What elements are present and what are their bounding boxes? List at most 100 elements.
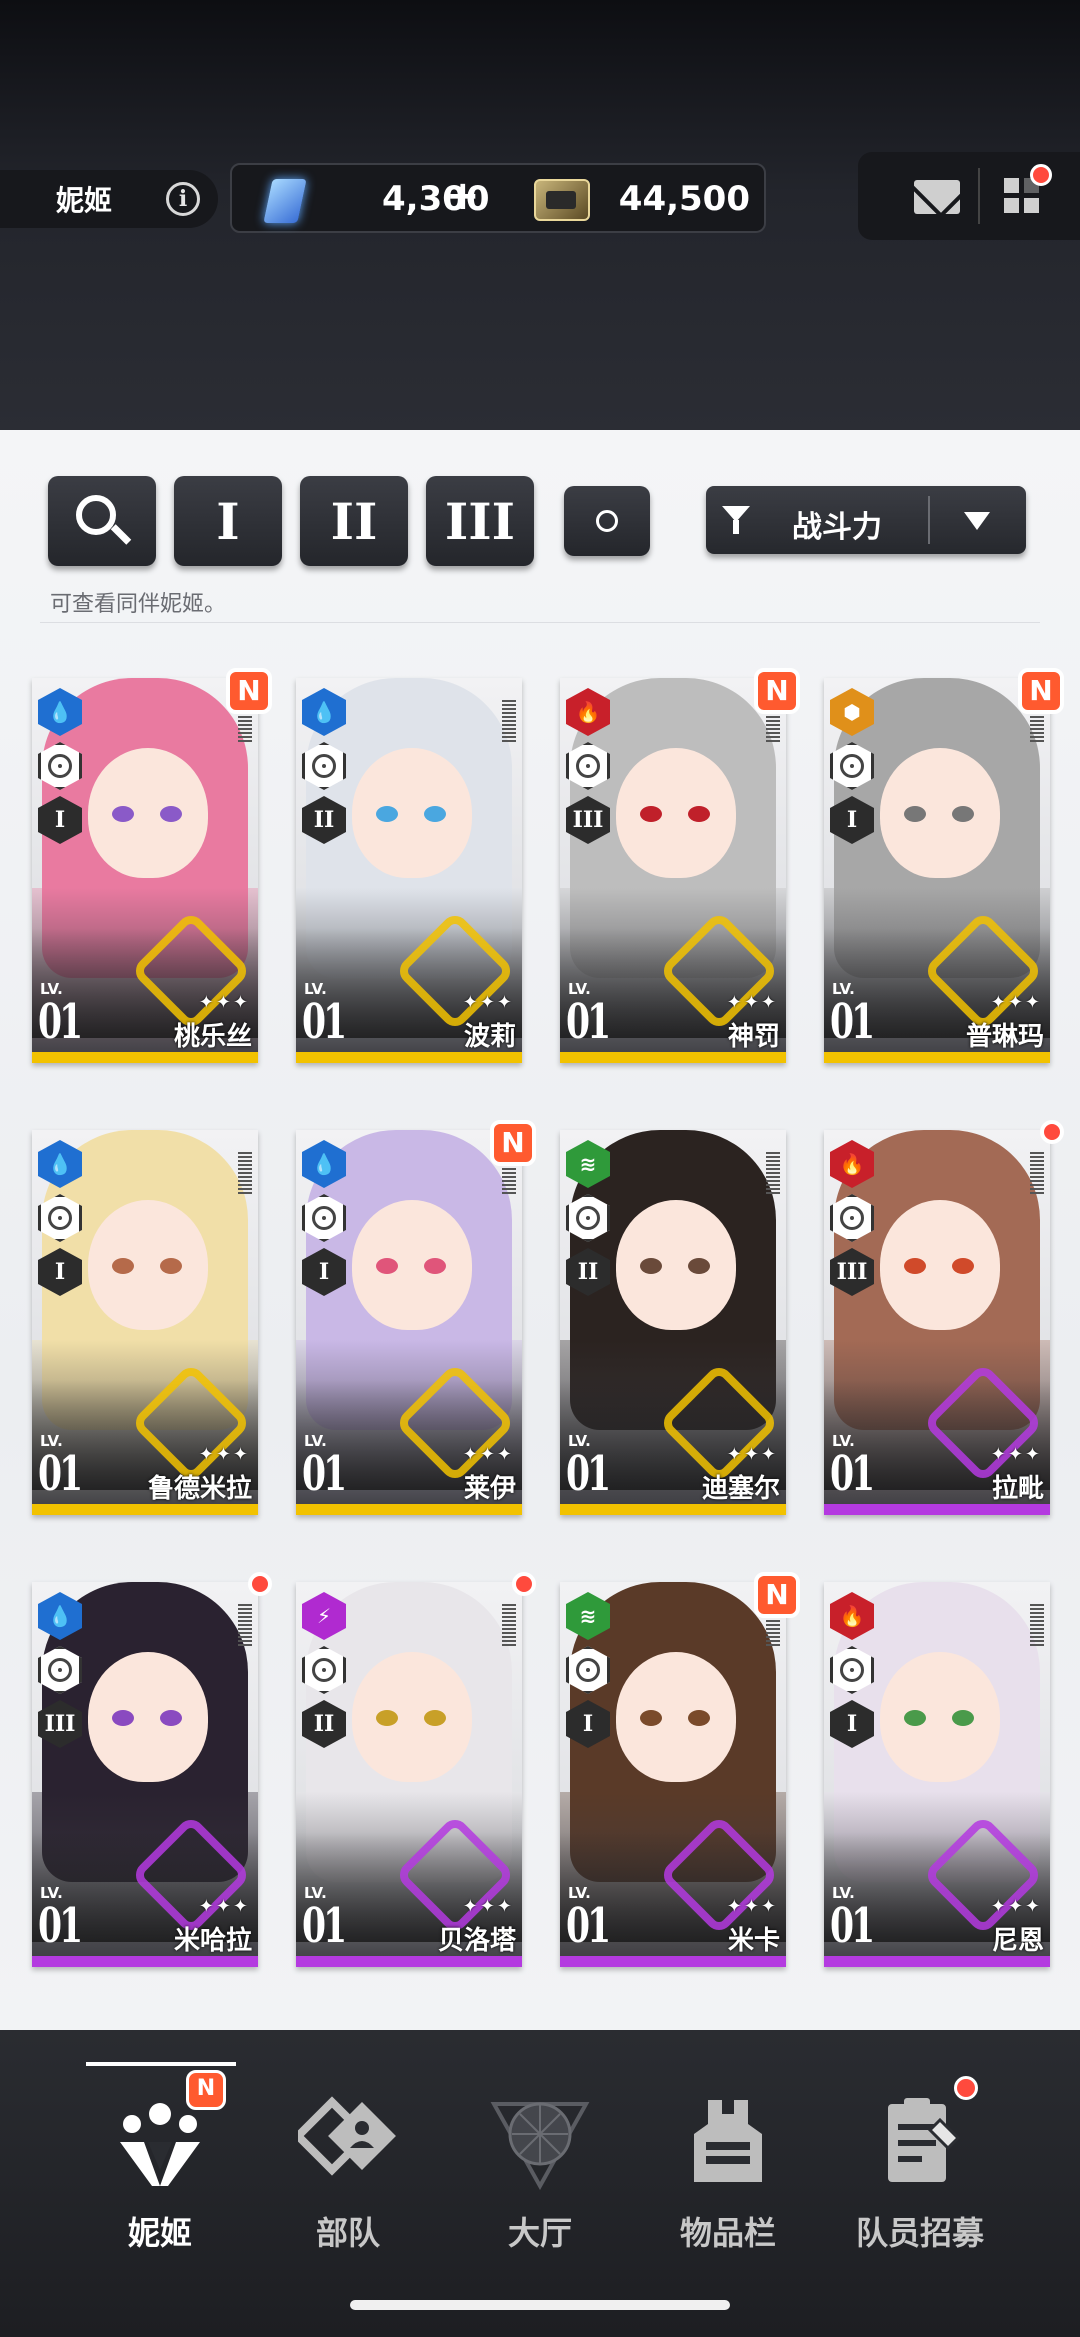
character-portrait: LV. 01 ✦✦✦ 迪塞尔 [560, 1130, 786, 1515]
portrait-eye [376, 1710, 398, 1726]
mail-icon[interactable] [914, 180, 960, 214]
portrait-eye [376, 806, 398, 822]
star-rating-icon: ✦✦✦ [462, 1896, 514, 1917]
portrait-eye [424, 806, 446, 822]
nikke-card[interactable]: LV. 01 ✦✦✦ 波莉 💧 II [296, 668, 522, 1063]
star-rating-icon: ✦✦✦ [462, 1444, 514, 1465]
rarity-strip [32, 1504, 258, 1515]
nikke-card[interactable]: LV. 01 ✦✦✦ 贝洛塔 ⚡ II [296, 1572, 536, 1967]
portrait-eye [640, 1258, 662, 1274]
active-tab-indicator [86, 2062, 236, 2066]
new-badge: N [226, 668, 272, 714]
character-name: 米卡 [727, 1926, 780, 1956]
filter-burst-2-button[interactable]: II [300, 476, 408, 566]
portrait-face [616, 748, 736, 878]
portrait-eye [112, 806, 134, 822]
sort-dropdown[interactable]: 战斗力 [706, 486, 1026, 554]
chevron-down-icon [964, 512, 990, 530]
portrait-eye [688, 1710, 710, 1726]
new-badge: N [754, 668, 800, 714]
level-value: 01 [38, 1898, 83, 1954]
character-portrait: LV. 01 ✦✦✦ 莱伊 [296, 1130, 522, 1515]
circle-icon [596, 510, 618, 532]
nav-item-nikke[interactable]: N 妮姬 [70, 2070, 250, 2270]
nav-item-lobby[interactable]: 大厅 [450, 2070, 630, 2270]
nikke-card[interactable]: LV. 01 ✦✦✦ 米哈拉 💧 III [32, 1572, 272, 1967]
level-value: 01 [302, 1446, 347, 1502]
character-name: 神罚 [727, 1022, 780, 1052]
character-portrait: LV. 01 ✦✦✦ 拉毗 [824, 1130, 1050, 1515]
nav-item-inventory[interactable]: 物品栏 [638, 2070, 818, 2270]
nikke-card[interactable]: LV. 01 ✦✦✦ 普琳玛 ⬢ I N [824, 668, 1064, 1063]
character-portrait: LV. 01 ✦✦✦ 米卡 [560, 1582, 786, 1967]
nikke-card[interactable]: LV. 01 ✦✦✦ 莱伊 💧 I N [296, 1120, 536, 1515]
nav-item-squad[interactable]: 部队 [258, 2070, 438, 2270]
character-portrait: LV. 01 ✦✦✦ 米哈拉 [32, 1582, 258, 1967]
notification-dot [954, 2076, 978, 2100]
rarity-strip [824, 1956, 1050, 1967]
level-value: 01 [830, 994, 875, 1050]
nav-label: 大厅 [507, 2214, 572, 2252]
credit-count: 44,500 [618, 179, 750, 219]
nikke-card[interactable]: LV. 01 ✦✦✦ 迪塞尔 ≋ II [560, 1120, 786, 1515]
character-name: 妮姬 [56, 184, 113, 217]
portrait-face [88, 1652, 208, 1782]
nikke-card[interactable]: LV. 01 ✦✦✦ 桃乐丝 💧 I N [32, 668, 272, 1063]
portrait-face [616, 1200, 736, 1330]
notification-dot [512, 1572, 536, 1596]
character-portrait: LV. 01 ✦✦✦ 普琳玛 [824, 678, 1050, 1063]
rarity-strip [32, 1956, 258, 1967]
rarity-strip [296, 1052, 522, 1063]
filter-burst-3-button[interactable]: III [426, 476, 534, 566]
level-value: 01 [302, 994, 347, 1050]
star-rating-icon: ✦✦✦ [990, 992, 1042, 1013]
nikke-card[interactable]: LV. 01 ✦✦✦ 拉毗 🔥 III [824, 1120, 1064, 1515]
portrait-eye [160, 1258, 182, 1274]
character-name: 贝洛塔 [437, 1926, 516, 1956]
level-value: 01 [38, 1446, 83, 1502]
portrait-eye [160, 806, 182, 822]
barcode-icon [238, 1604, 252, 1646]
star-rating-icon: ✦✦✦ [990, 1896, 1042, 1917]
notification-dot [1040, 1120, 1064, 1144]
portrait-eye [952, 1258, 974, 1274]
level-value: 01 [566, 1446, 611, 1502]
notification-dot [1030, 164, 1052, 186]
nikke-card[interactable]: LV. 01 ✦✦✦ 米卡 ≋ I N [560, 1572, 800, 1967]
rarity-strip [32, 1052, 258, 1063]
rarity-strip [296, 1956, 522, 1967]
level-value: 01 [830, 1446, 875, 1502]
top-right-actions [858, 152, 1080, 240]
search-button[interactable] [48, 476, 156, 566]
hint-text: 可查看同伴妮姬。 [50, 592, 227, 617]
info-icon[interactable]: i [166, 182, 200, 216]
star-rating-icon: ✦✦✦ [726, 992, 778, 1013]
portrait-face [352, 1652, 472, 1782]
character-name: 迪塞尔 [701, 1474, 780, 1504]
rarity-strip [296, 1504, 522, 1515]
character-name: 鲁德米拉 [147, 1474, 252, 1504]
star-rating-icon: ✦✦✦ [198, 1896, 250, 1917]
filter-burst-1-button[interactable]: I [174, 476, 282, 566]
filter-all-button[interactable] [564, 486, 650, 556]
rarity-strip [824, 1052, 1050, 1063]
character-name: 米哈拉 [173, 1926, 252, 1956]
add-gems-button[interactable]: + [446, 173, 480, 219]
portrait-eye [904, 806, 926, 822]
nikke-card[interactable]: LV. 01 ✦✦✦ 鲁德米拉 💧 I [32, 1120, 258, 1515]
currency-bar: 4,300 + 44,500 [230, 163, 766, 233]
nikke-card[interactable]: LV. 01 ✦✦✦ 神罚 🔥 III N [560, 668, 800, 1063]
star-rating-icon: ✦✦✦ [198, 1444, 250, 1465]
portrait-eye [904, 1258, 926, 1274]
nav-label: 妮姬 [127, 2214, 192, 2252]
portrait-face [880, 748, 1000, 878]
barcode-icon [238, 1152, 252, 1194]
character-name-pill[interactable]: 妮姬 i [0, 170, 218, 228]
nikke-card[interactable]: LV. 01 ✦✦✦ 尼恩 🔥 I [824, 1572, 1050, 1967]
level-value: 01 [830, 1898, 875, 1954]
lobby-icon [490, 2102, 590, 2190]
nav-item-recruit[interactable]: 队员招募 [830, 2070, 1010, 2270]
portrait-eye [112, 1258, 134, 1274]
character-portrait: LV. 01 ✦✦✦ 尼恩 [824, 1582, 1050, 1967]
star-rating-icon: ✦✦✦ [726, 1444, 778, 1465]
